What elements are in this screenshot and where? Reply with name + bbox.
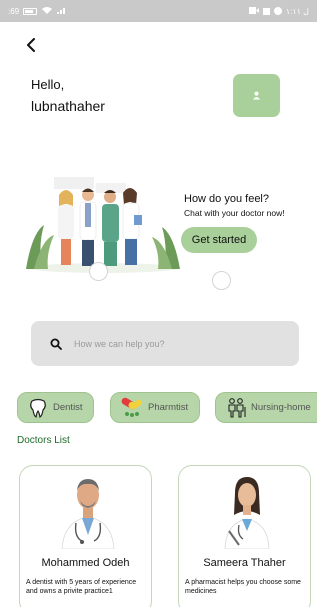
doctor-name: Sameera Thaher bbox=[203, 557, 286, 569]
battery-icon bbox=[23, 7, 38, 15]
doctor-description: A pharmacist helps you choose some medic… bbox=[185, 579, 301, 595]
get-started-button[interactable]: Get started bbox=[181, 227, 257, 253]
video-icon bbox=[248, 6, 259, 16]
doctor-card[interactable]: Sameera Thaher A pharmacist helps you ch… bbox=[178, 465, 311, 607]
notification-icon bbox=[262, 7, 270, 15]
back-button[interactable] bbox=[22, 36, 40, 54]
doctors-illustration bbox=[26, 177, 180, 273]
carousel-dot[interactable] bbox=[89, 262, 108, 281]
search-icon bbox=[50, 338, 62, 350]
username-text: lubnathaher bbox=[31, 98, 105, 114]
pills-icon bbox=[120, 397, 144, 419]
greeting-text: Hello, bbox=[31, 77, 65, 92]
search-input[interactable]: How we can help you? bbox=[31, 321, 299, 366]
doctor-photo bbox=[224, 477, 270, 549]
category-chip-label: Dentist bbox=[53, 402, 83, 413]
category-chip-pharmacist[interactable]: Pharmtist bbox=[110, 392, 200, 423]
doctor-description: A dentist with 5 years of experience and… bbox=[26, 579, 137, 595]
status-right: ‎ل ١:١١ bbox=[248, 6, 309, 16]
status-time-left: ‎:69 bbox=[8, 6, 20, 16]
category-chip-label: Pharmtist bbox=[148, 402, 189, 413]
doctor-card[interactable]: Mohammed Odeh A dentist with 5 years of … bbox=[19, 465, 152, 607]
doctor-name: Mohammed Odeh bbox=[41, 557, 130, 569]
status-left: ‎:69 bbox=[8, 6, 67, 17]
status-time-right: ‎ل ١:١١ bbox=[285, 6, 309, 16]
search-placeholder: How we can help you? bbox=[74, 338, 165, 349]
wifi-icon bbox=[41, 6, 53, 17]
user-icon bbox=[252, 91, 261, 100]
signal-icon bbox=[57, 6, 67, 16]
doctors-list-title: Doctors List bbox=[17, 435, 70, 446]
tooth-icon bbox=[27, 397, 49, 419]
profile-button[interactable] bbox=[233, 74, 280, 117]
elderly-icon bbox=[225, 397, 247, 419]
chevron-left-icon bbox=[27, 38, 35, 52]
banner-title: How do you feel? bbox=[184, 193, 269, 205]
category-chip-dentist[interactable]: Dentist bbox=[17, 392, 94, 423]
category-chip-nursing-home[interactable]: Nursing-home bbox=[215, 392, 317, 423]
doctor-photo bbox=[61, 479, 115, 549]
banner-subtitle: Chat with your doctor now! bbox=[184, 208, 285, 218]
sync-icon bbox=[273, 7, 282, 15]
category-chip-label: Nursing-home bbox=[251, 402, 311, 413]
status-bar: ‎:69 ‎ل ١:١١ bbox=[0, 0, 317, 22]
carousel-dot[interactable] bbox=[212, 271, 231, 290]
